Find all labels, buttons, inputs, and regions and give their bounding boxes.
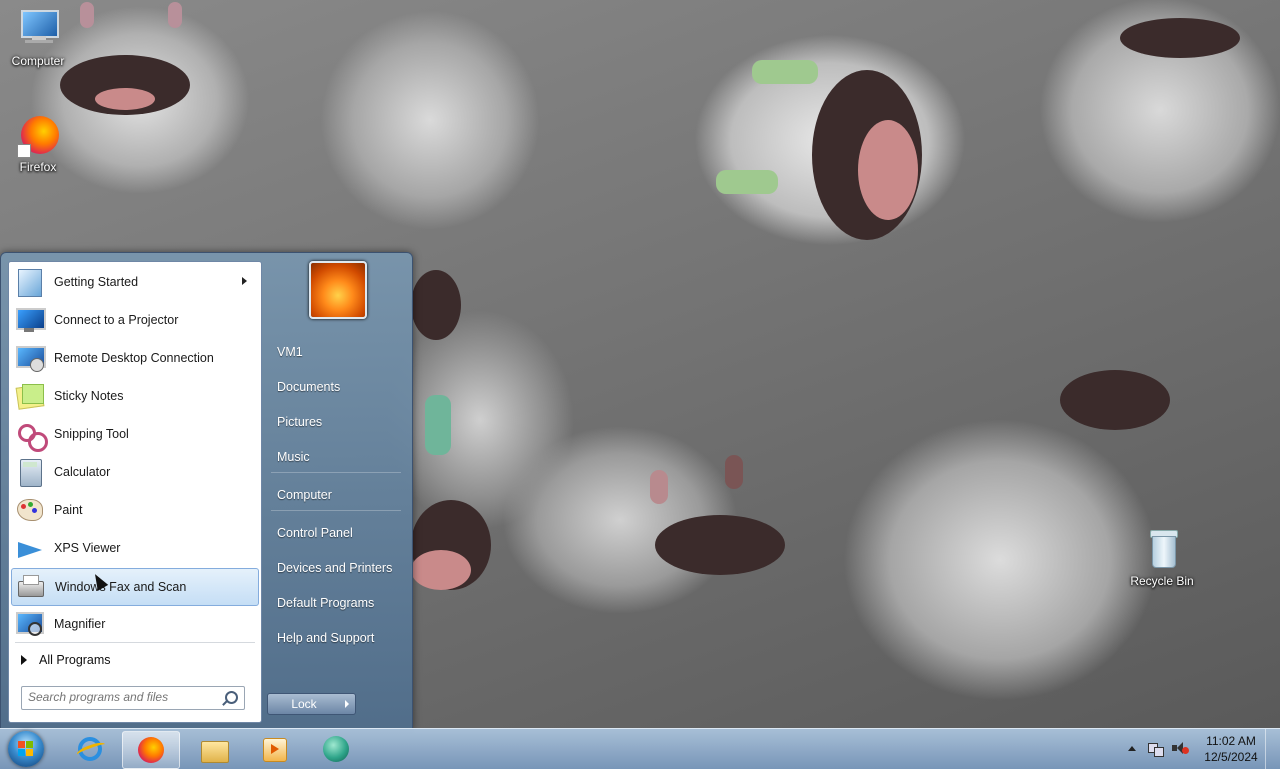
desktop-icon-label: Firefox [19,160,57,174]
program-label: Magnifier [54,617,106,631]
media-player-icon [260,735,288,763]
places-pictures[interactable]: Pictures [277,415,322,429]
desktop-icon-firefox[interactable]: Firefox [0,112,76,174]
internet-explorer-icon [75,735,107,763]
firefox-icon [15,112,61,158]
places-music[interactable]: Music [277,450,310,464]
program-connect-projector[interactable]: Connect to a Projector [11,302,257,338]
lock-button[interactable]: Lock [267,693,341,715]
start-menu-programs-pane: Getting Started Connect to a Projector R… [8,261,262,723]
user-avatar[interactable] [309,261,367,319]
paint-icon [14,494,46,526]
all-programs-button[interactable]: All Programs [15,650,253,670]
app-globe-icon [322,735,350,763]
desktop-icon-recycle-bin[interactable]: Recycle Bin [1124,526,1200,588]
submenu-arrow-icon [242,277,247,285]
program-getting-started[interactable]: Getting Started [11,264,257,300]
places-documents[interactable]: Documents [277,380,340,394]
start-menu-places-pane: VM1 Documents Pictures Music Computer Co… [263,261,407,721]
search-box[interactable] [21,686,245,710]
divider [15,642,255,643]
xps-viewer-icon [14,532,46,564]
program-label: Paint [54,503,83,517]
program-label: Calculator [54,465,111,479]
taskbar-firefox[interactable] [122,731,180,769]
system-tray: 11:02 AM 12/5/2024 [1120,729,1280,769]
program-sticky-notes[interactable]: Sticky Notes [11,378,257,414]
snipping-tool-icon [14,418,48,452]
places-devices-printers[interactable]: Devices and Printers [277,561,392,575]
fax-scan-icon [15,571,47,603]
program-label: Getting Started [54,275,139,289]
places-control-panel[interactable]: Control Panel [277,526,353,540]
program-paint[interactable]: Paint [11,492,257,528]
program-label: Connect to a Projector [54,313,179,327]
taskbar-media-player[interactable] [246,731,302,767]
volume-muted-icon[interactable] [1172,741,1189,755]
recycle-bin-icon [1139,526,1185,572]
show-hidden-icons-icon[interactable] [1128,746,1136,751]
program-label: Sticky Notes [54,389,124,403]
program-label: Remote Desktop Connection [54,351,214,365]
program-remote-desktop[interactable]: Remote Desktop Connection [11,340,257,376]
remote-desktop-icon [14,342,46,374]
program-label: XPS Viewer [54,541,121,555]
places-help-support[interactable]: Help and Support [277,631,374,645]
desktop-icon-computer[interactable]: Computer [0,6,76,68]
places-default-programs[interactable]: Default Programs [277,596,374,610]
clock-date[interactable]: 12/5/2024 [1196,750,1266,764]
program-calculator[interactable]: Calculator [11,454,257,490]
shutdown-options-arrow[interactable] [339,693,356,715]
search-input[interactable] [22,687,224,707]
all-programs-label: All Programs [39,653,111,667]
projector-icon [14,304,46,336]
program-label: Windows Fax and Scan [55,580,187,594]
start-menu: Getting Started Connect to a Projector R… [0,252,413,730]
network-icon[interactable] [1148,741,1164,757]
desktop-icon-label: Recycle Bin [1130,574,1194,588]
taskbar-file-explorer[interactable] [186,731,242,767]
file-explorer-icon [200,735,229,763]
divider [271,510,401,511]
program-snipping-tool[interactable]: Snipping Tool [11,416,257,452]
desktop-icon-label: Computer [11,54,65,68]
show-desktop-button[interactable] [1265,729,1280,769]
windows-logo-icon [18,741,34,757]
places-user-folder[interactable]: VM1 [277,345,303,359]
places-computer[interactable]: Computer [277,488,332,502]
taskbar: 11:02 AM 12/5/2024 [0,728,1280,769]
program-label: Snipping Tool [54,427,129,441]
taskbar-internet-explorer[interactable] [62,731,118,767]
clock-time[interactable]: 11:02 AM [1196,734,1266,748]
magnifier-icon [14,608,46,640]
computer-icon [15,6,61,52]
program-magnifier[interactable]: Magnifier [11,606,257,642]
divider [271,472,401,473]
start-button[interactable] [8,731,44,767]
triangle-right-icon [21,655,27,665]
program-xps-viewer[interactable]: XPS Viewer [11,530,257,566]
search-icon[interactable] [225,691,238,704]
firefox-icon [137,736,165,764]
getting-started-icon [14,266,46,298]
taskbar-app-globe[interactable] [308,731,364,767]
program-windows-fax-scan[interactable]: Windows Fax and Scan [11,568,259,606]
calculator-icon [14,456,46,488]
sticky-notes-icon [14,380,46,412]
